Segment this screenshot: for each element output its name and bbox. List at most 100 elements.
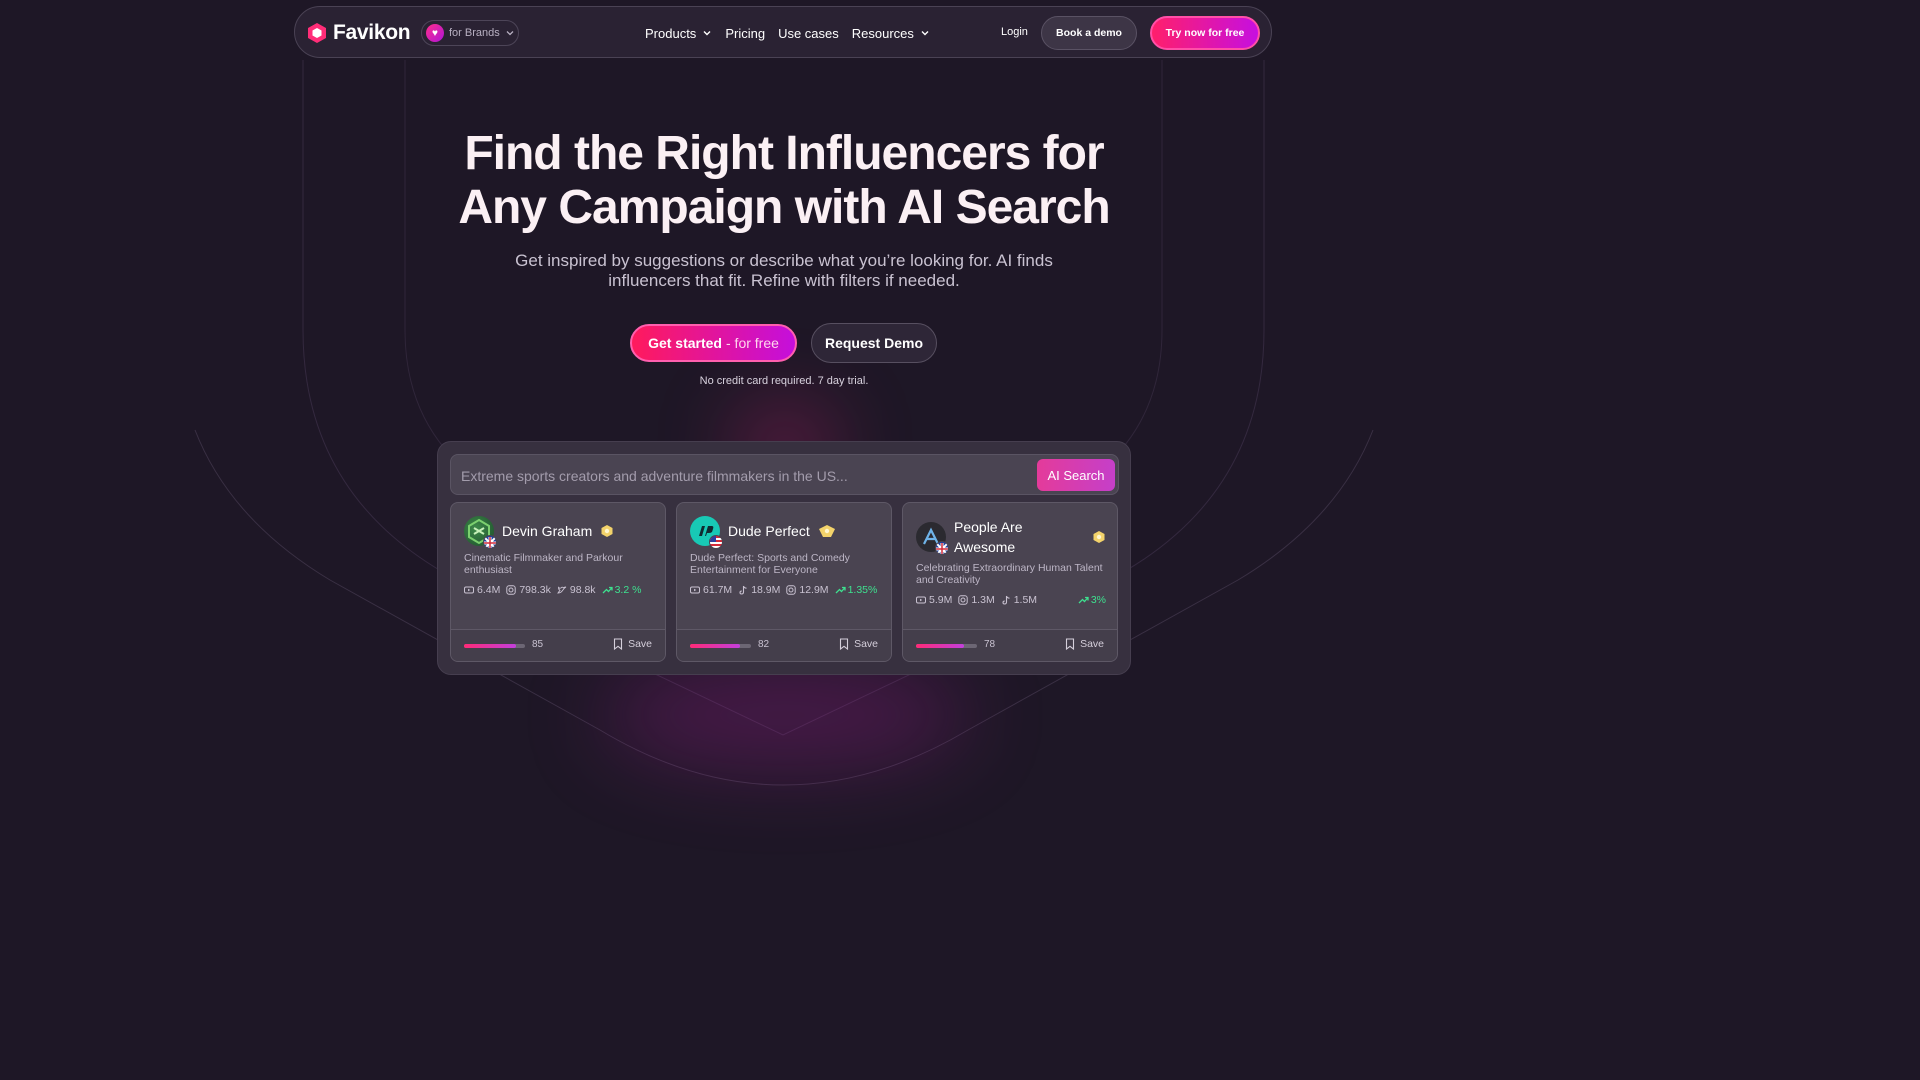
login-link[interactable]: Login xyxy=(1001,26,1028,38)
nav-item-label: Pricing xyxy=(725,25,766,41)
tiktok-icon xyxy=(1002,595,1010,605)
save-button[interactable]: Save xyxy=(1065,638,1104,650)
bookmark-icon xyxy=(1066,638,1075,650)
instagram-icon xyxy=(506,585,517,595)
instagram-stat: 1.3M xyxy=(958,594,995,606)
youtube-count: 5.9M xyxy=(929,594,953,606)
tiktok-icon xyxy=(739,585,747,595)
avatar xyxy=(464,516,497,549)
save-label: Save xyxy=(628,638,652,650)
nav-item-label: Products xyxy=(645,25,697,41)
youtube-stat: 6.4M xyxy=(464,584,500,596)
score-bar xyxy=(690,644,751,648)
nav-item-resources[interactable]: Resources xyxy=(852,26,930,41)
score-bar xyxy=(916,644,977,648)
bookmark-icon xyxy=(614,638,623,650)
instagram-count: 12.9M xyxy=(799,584,829,596)
score-bar-fill xyxy=(464,644,516,648)
influencer-name: Devin Graham xyxy=(502,523,593,539)
gold-badge-icon xyxy=(818,525,835,537)
headline-line-1: Find the Right Influencers for xyxy=(464,127,1104,180)
top-navbar: Favikon ♥ for Brands Products Pricing Us… xyxy=(294,6,1272,58)
book-demo-button[interactable]: Book a demo xyxy=(1041,16,1137,50)
audience-stats: 6.4M 798.3k 98.8k 3.2 % xyxy=(464,584,641,596)
get-started-button[interactable]: Get started - for free xyxy=(630,324,797,362)
audience-label: for Brands xyxy=(449,27,500,39)
score-value: 85 xyxy=(532,639,544,650)
influencer-description: Cinematic Filmmaker and Parkour enthusia… xyxy=(464,552,623,576)
page-title: Find the Right Influencers for Any Campa… xyxy=(384,127,1184,235)
search-bar: AI Search xyxy=(450,454,1119,496)
card-footer: 78 Save xyxy=(903,629,1117,661)
gold-badge-icon xyxy=(601,525,613,537)
youtube-icon xyxy=(916,596,926,604)
score-bar-fill xyxy=(690,644,741,648)
search-input[interactable] xyxy=(451,455,1043,496)
subtitle-line-2: influencers that fit. Refine with filter… xyxy=(608,271,960,290)
instagram-count: 798.3k xyxy=(519,584,551,596)
card-header: People Are Awesome xyxy=(916,517,1106,557)
twitter-icon xyxy=(557,586,567,594)
growth-stat: 3% xyxy=(1078,594,1106,606)
twitter-stat: 98.8k xyxy=(557,584,596,596)
chevron-down-icon xyxy=(506,31,514,36)
favikon-logo[interactable]: Favikon xyxy=(307,21,411,45)
score-bar-fill xyxy=(916,644,964,648)
get-started-label: Get started xyxy=(648,335,722,351)
instagram-count: 1.3M xyxy=(971,594,995,606)
heart-icon: ♥ xyxy=(426,24,444,42)
score-value: 82 xyxy=(758,639,770,650)
nav-item-pricing[interactable]: Pricing xyxy=(725,26,765,41)
save-label: Save xyxy=(1080,638,1104,650)
favikon-logo-icon xyxy=(308,23,326,43)
youtube-count: 6.4M xyxy=(477,584,501,596)
avatar xyxy=(916,522,949,555)
nav-item-use-cases[interactable]: Use cases xyxy=(778,26,839,41)
audience-switcher[interactable]: ♥ for Brands xyxy=(421,20,519,46)
headline-line-2: Any Campaign with AI Search xyxy=(458,181,1110,234)
influencer-name: Dude Perfect xyxy=(728,523,810,539)
growth-value: 3% xyxy=(1090,594,1106,606)
hero-subtitle: Get inspired by suggestions or describe … xyxy=(484,251,1084,291)
chevron-down-icon xyxy=(921,31,929,36)
save-button[interactable]: Save xyxy=(613,638,652,650)
youtube-icon xyxy=(464,586,474,594)
trial-note: No credit card required. 7 day trial. xyxy=(699,375,869,387)
nav-item-label: Resources xyxy=(851,25,914,41)
youtube-stat: 61.7M xyxy=(690,584,732,596)
nav-item-products[interactable]: Products xyxy=(645,26,712,41)
youtube-stat: 5.9M xyxy=(916,594,952,606)
bookmark-icon xyxy=(840,638,849,650)
growth-stat: 3.2 % xyxy=(602,584,641,596)
instagram-icon xyxy=(958,595,969,605)
influencer-card[interactable]: People Are Awesome Celebrating Extraordi… xyxy=(902,502,1118,662)
tiktok-stat: 18.9M xyxy=(738,584,780,596)
uk-flag-icon xyxy=(935,541,949,555)
instagram-stat: 12.9M xyxy=(786,584,829,596)
growth-value: 1.35% xyxy=(847,584,878,596)
logo-text: Favikon xyxy=(333,21,411,44)
score-bar xyxy=(464,644,525,648)
audience-stats: 5.9M 1.3M 1.5M 3% xyxy=(916,594,1106,606)
nav-item-label: Use cases xyxy=(778,25,839,41)
for-free-label: - for free xyxy=(726,335,779,351)
save-button[interactable]: Save xyxy=(839,638,878,650)
chevron-down-icon xyxy=(703,31,711,36)
growth-stat: 1.35% xyxy=(835,584,878,596)
score-value: 78 xyxy=(984,639,996,650)
ai-search-button[interactable]: AI Search xyxy=(1037,459,1115,491)
request-demo-button[interactable]: Request Demo xyxy=(811,323,937,363)
trend-up-icon xyxy=(835,586,846,594)
influencer-card[interactable]: Devin Graham Cinematic Filmmaker and Par… xyxy=(450,502,666,662)
avatar xyxy=(690,516,723,549)
instagram-stat: 798.3k xyxy=(506,584,551,596)
influencer-description: Celebrating Extraordinary Human Talent a… xyxy=(916,562,1103,586)
save-label: Save xyxy=(854,638,878,650)
try-now-button[interactable]: Try now for free xyxy=(1150,16,1260,50)
influencer-name: People Are Awesome xyxy=(954,519,1023,555)
card-header: Devin Graham xyxy=(464,516,614,549)
bottom-glow xyxy=(600,660,970,770)
youtube-count: 61.7M xyxy=(703,584,733,596)
influencer-card[interactable]: Dude Perfect Dude Perfect: Sports and Co… xyxy=(676,502,892,662)
nav-links: Products Pricing Use cases Resources xyxy=(645,7,930,59)
